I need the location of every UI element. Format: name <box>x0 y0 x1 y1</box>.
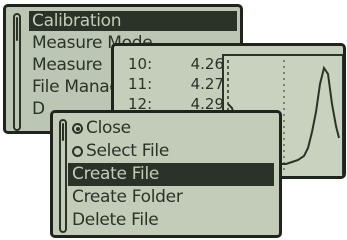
option-label: Create Folder <box>72 187 183 207</box>
menu-item-calibration[interactable]: Calibration <box>29 11 237 31</box>
file-menu-screen: Close Select File Create File Create Fol… <box>50 110 282 238</box>
scrollbar-thumb[interactable] <box>16 17 18 41</box>
radio-unchecked-icon[interactable] <box>72 146 83 157</box>
reading-index: 11: <box>128 75 153 93</box>
option-create-folder[interactable]: Create Folder <box>68 186 274 209</box>
option-close[interactable]: Close <box>68 117 274 140</box>
menu-item-partial[interactable]: D <box>29 99 45 119</box>
option-select-file[interactable]: Select File <box>68 140 274 163</box>
reading-row: 11: 4.27 <box>128 74 224 94</box>
option-create-file[interactable]: Create File <box>68 163 274 186</box>
option-label: Create File <box>72 164 160 184</box>
reading-value: 4.26 <box>190 55 224 73</box>
option-label: Select File <box>86 141 169 161</box>
reading-row: 10: 4.26 <box>128 54 224 74</box>
main-menu-scrollbar[interactable] <box>13 13 21 131</box>
menu-item-measure[interactable]: Measure <box>29 55 102 75</box>
option-delete-file[interactable]: Delete File <box>68 209 274 232</box>
option-label: Delete File <box>72 210 159 230</box>
scrollbar-thumb[interactable] <box>62 123 64 141</box>
reading-index: 10: <box>128 55 153 73</box>
option-label: Close <box>86 118 131 138</box>
radio-checked-icon[interactable] <box>72 123 83 134</box>
reading-value: 4.27 <box>190 75 224 93</box>
file-menu-scrollbar[interactable] <box>59 119 67 233</box>
